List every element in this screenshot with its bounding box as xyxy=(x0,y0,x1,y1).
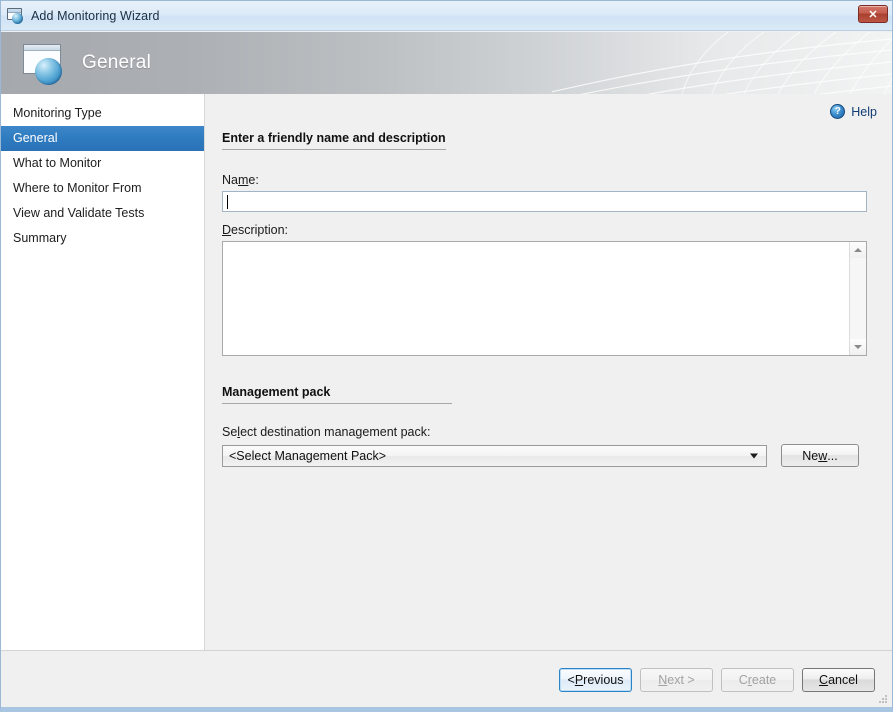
name-input[interactable] xyxy=(222,191,867,212)
select-label-part1: Se xyxy=(222,425,238,439)
new-management-pack-button[interactable]: Ne w... xyxy=(781,444,859,467)
next-button-part2: ext > xyxy=(667,673,695,687)
management-pack-select-value: <Select Management Pack> xyxy=(229,448,387,463)
name-label-accel: m xyxy=(237,173,249,187)
previous-button-part1: < xyxy=(567,673,575,687)
previous-button-accel: P xyxy=(574,673,584,687)
banner-mesh-decoration xyxy=(552,32,892,94)
cancel-button[interactable]: Cancel xyxy=(802,668,875,692)
section-management-pack-heading: Management pack xyxy=(222,385,452,404)
sidebar-item-monitoring-type[interactable]: Monitoring Type xyxy=(1,101,204,126)
sidebar-item-label: General xyxy=(13,131,58,145)
new-button-accel: w xyxy=(818,448,828,463)
name-label-part1: Na xyxy=(222,173,238,187)
next-button[interactable]: Next > xyxy=(640,668,713,692)
sidebar-item-label: Summary xyxy=(13,231,67,245)
sidebar-item-general[interactable]: General xyxy=(1,126,204,151)
help-link-label: Help xyxy=(851,104,877,119)
select-management-pack-label: Select destination management pack: xyxy=(222,425,870,439)
sidebar-item-view-and-validate-tests[interactable]: View and Validate Tests xyxy=(1,201,204,226)
description-textarea[interactable] xyxy=(222,241,867,356)
name-label-part2: e: xyxy=(248,173,259,187)
sidebar-item-label: Where to Monitor From xyxy=(13,181,142,195)
wizard-footer: < Previous Next > Cr eate Cancel xyxy=(1,650,892,707)
sidebar-item-label: View and Validate Tests xyxy=(13,206,145,220)
close-icon[interactable]: ✕ xyxy=(858,5,888,23)
wizard-step-list: Monitoring Type General What to Monitor … xyxy=(1,94,205,650)
wizard-content-panel: ? Help Enter a friendly name and descrip… xyxy=(206,94,892,650)
scroll-down-icon[interactable] xyxy=(850,339,866,355)
management-pack-row: <Select Management Pack> Ne w... xyxy=(222,444,870,467)
select-label-part2: ect destination management pack: xyxy=(240,425,431,439)
resize-grip-icon[interactable] xyxy=(877,693,889,705)
window-title: Add Monitoring Wizard xyxy=(31,8,160,23)
previous-button-part2: revious xyxy=(583,673,624,687)
text-caret xyxy=(227,195,228,209)
sidebar-item-label: Monitoring Type xyxy=(13,106,102,120)
new-button-part1: Ne xyxy=(802,448,819,463)
cancel-button-accel: C xyxy=(819,673,829,687)
help-question-icon: ? xyxy=(830,104,846,119)
description-scrollbar[interactable] xyxy=(849,242,866,355)
section-management-pack: Management pack Select destination manag… xyxy=(222,383,870,467)
management-pack-select[interactable]: <Select Management Pack> xyxy=(222,444,767,467)
section-general-heading: Enter a friendly name and description xyxy=(222,131,446,150)
description-label: Description: xyxy=(222,223,870,237)
footer-button-group: < Previous Next > Cr eate Cancel xyxy=(559,668,875,692)
sidebar-item-summary[interactable]: Summary xyxy=(1,226,204,251)
monitoring-window-icon xyxy=(7,7,25,24)
sidebar-item-label: What to Monitor xyxy=(13,156,102,170)
help-link[interactable]: ? Help xyxy=(830,104,877,119)
add-monitoring-wizard-window: Add Monitoring Wizard ✕ General Monitori… xyxy=(0,0,893,712)
sidebar-item-where-to-monitor-from[interactable]: Where to Monitor From xyxy=(1,176,204,201)
page-title: General xyxy=(82,52,151,73)
scroll-up-icon[interactable] xyxy=(850,242,866,258)
cancel-button-part2: ancel xyxy=(828,673,858,687)
create-button-part1: C xyxy=(738,673,748,687)
close-glyph: ✕ xyxy=(868,8,878,21)
sidebar-item-what-to-monitor[interactable]: What to Monitor xyxy=(1,151,204,176)
create-button-part2: eate xyxy=(751,673,777,687)
description-label-accel: D xyxy=(222,223,232,237)
name-label: Name: xyxy=(222,173,870,187)
create-button[interactable]: Cr eate xyxy=(721,668,794,692)
new-button-part2: ... xyxy=(827,448,838,463)
chevron-down-icon xyxy=(750,453,758,458)
monitoring-window-globe-icon xyxy=(21,44,69,86)
title-bar: Add Monitoring Wizard ✕ xyxy=(1,1,892,31)
description-label-part2: escription: xyxy=(231,223,289,237)
next-button-accel: N xyxy=(658,673,668,687)
previous-button[interactable]: < Previous xyxy=(559,668,632,692)
wizard-banner: General xyxy=(1,32,892,94)
section-general: Enter a friendly name and description Na… xyxy=(222,129,870,356)
